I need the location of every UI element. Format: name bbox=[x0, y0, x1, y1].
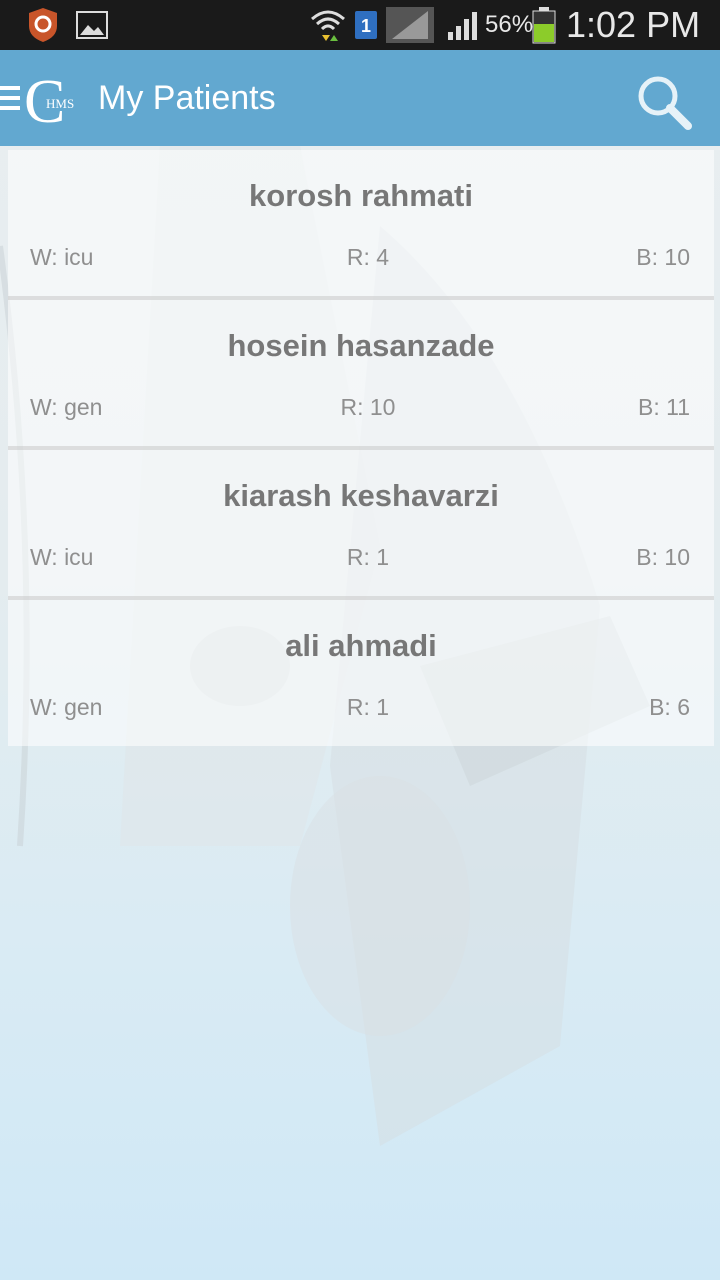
patient-name: kiarash keshavarzi bbox=[223, 478, 499, 513]
sim-icon: 1 bbox=[354, 0, 378, 50]
patient-name: hosein hasanzade bbox=[227, 328, 495, 363]
hms-logo[interactable]: C HMS bbox=[24, 68, 96, 136]
app-bar: C HMS My Patients bbox=[0, 50, 720, 146]
patient-ward: W: gen bbox=[30, 694, 103, 720]
patient-ward: W: icu bbox=[30, 544, 94, 570]
patient-bed: B: 10 bbox=[636, 544, 690, 570]
patient-room: R: 1 bbox=[346, 544, 390, 570]
patient-bed: B: 6 bbox=[649, 694, 690, 720]
patient-bed: B: 10 bbox=[636, 244, 690, 270]
patient-room: R: 10 bbox=[340, 394, 396, 420]
patient-row[interactable]: kiarash keshavarzi W: icu R: 1 B: 10 bbox=[8, 450, 714, 600]
patient-bed: B: 11 bbox=[638, 394, 690, 420]
page-title: My Patients bbox=[98, 79, 276, 117]
wifi-icon bbox=[308, 0, 348, 50]
patient-row[interactable]: korosh rahmati W: icu R: 4 B: 10 bbox=[8, 150, 714, 300]
status-bar: 1 56% 1:02 PM bbox=[0, 0, 720, 50]
patient-name: ali ahmadi bbox=[285, 628, 437, 663]
svg-text:HMS: HMS bbox=[46, 96, 74, 111]
gallery-icon bbox=[76, 0, 108, 50]
patient-row[interactable]: ali ahmadi W: gen R: 1 B: 6 bbox=[8, 600, 714, 746]
menu-icon[interactable] bbox=[0, 86, 20, 110]
battery-percent: 56% bbox=[485, 11, 534, 38]
patient-ward: W: gen bbox=[30, 394, 103, 420]
patient-room: R: 1 bbox=[346, 694, 390, 720]
patient-name: korosh rahmati bbox=[249, 178, 473, 213]
signal-icon bbox=[446, 0, 480, 50]
battery-icon bbox=[532, 0, 556, 50]
search-icon[interactable] bbox=[634, 72, 694, 132]
app-notification-icon bbox=[26, 0, 60, 50]
patient-ward: W: icu bbox=[30, 244, 94, 270]
patient-list: korosh rahmati W: icu R: 4 B: 10 hosein … bbox=[8, 150, 714, 746]
patient-room: R: 4 bbox=[346, 244, 390, 270]
signal-box-icon bbox=[386, 0, 434, 50]
status-time: 1:02 PM bbox=[566, 4, 701, 45]
patient-row[interactable]: hosein hasanzade W: gen R: 10 B: 11 bbox=[8, 300, 714, 450]
svg-text:1: 1 bbox=[361, 16, 371, 36]
